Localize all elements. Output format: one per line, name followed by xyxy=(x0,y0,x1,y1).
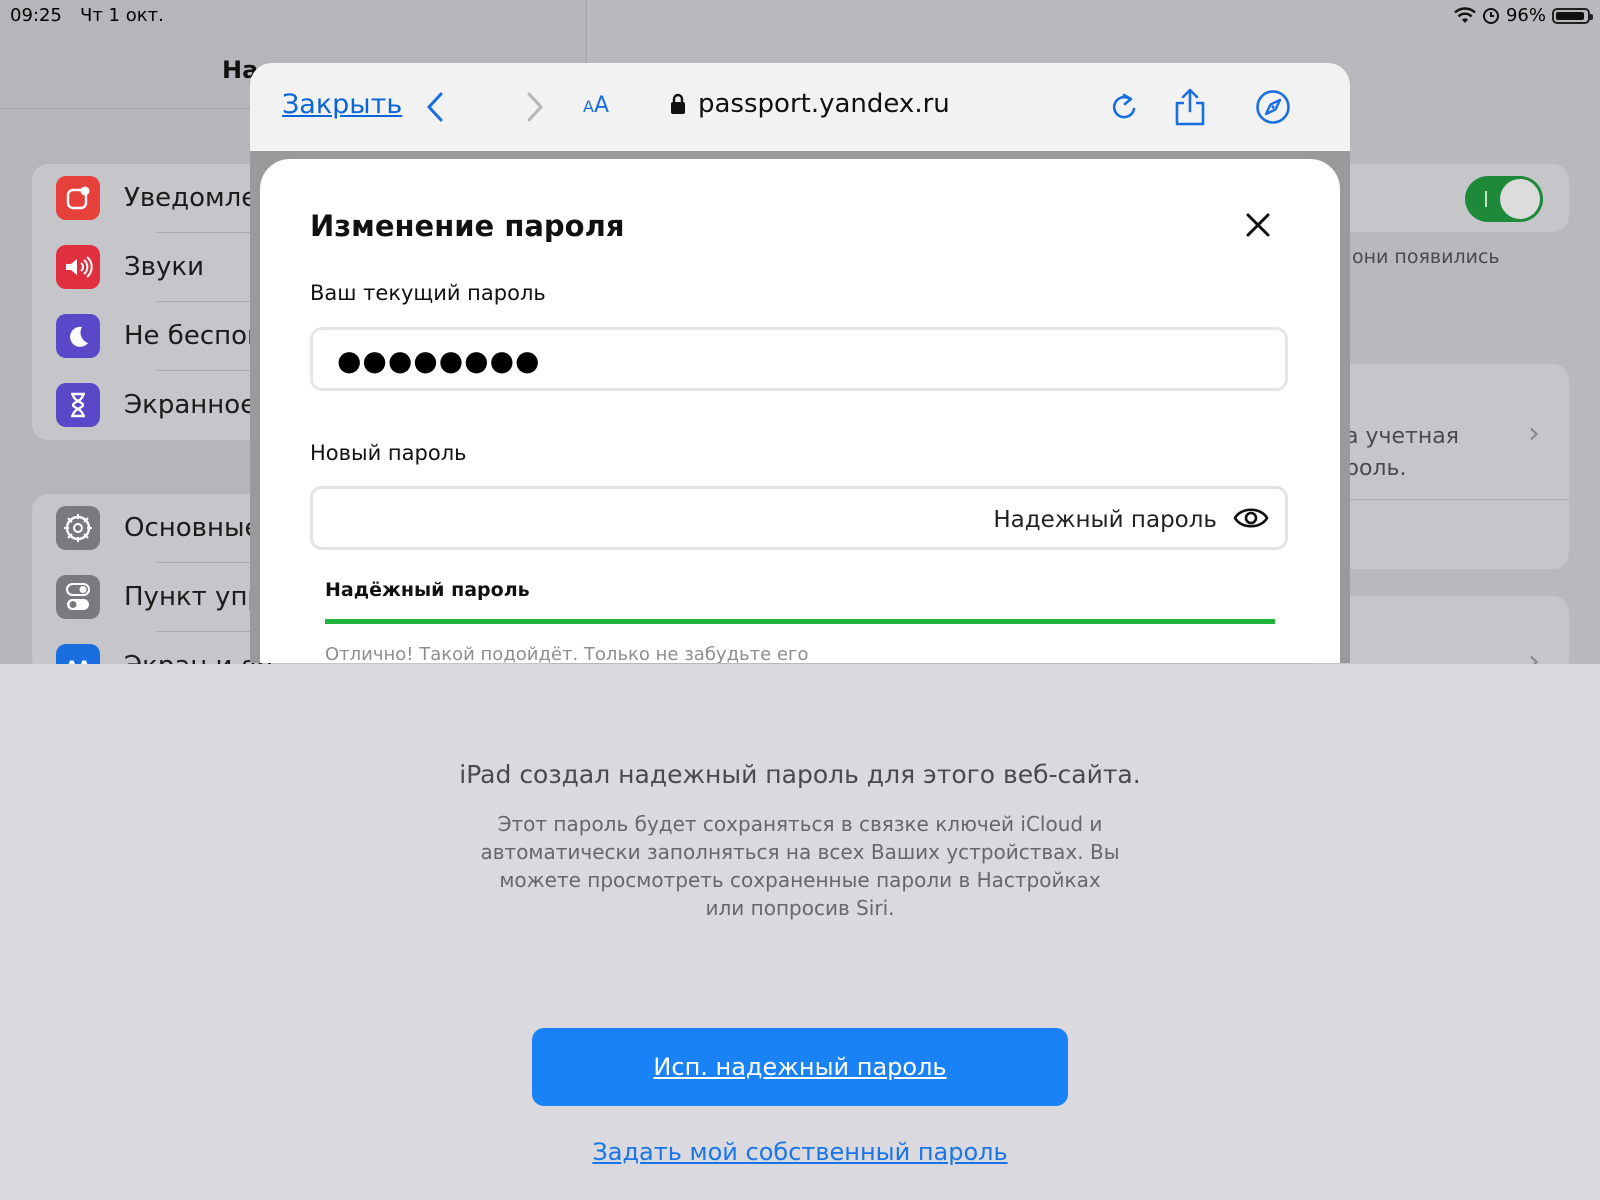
gear-icon xyxy=(56,506,100,550)
hourglass-icon xyxy=(56,383,100,427)
sidebar-item-label: Основные xyxy=(124,513,261,543)
aa-big: A xyxy=(593,93,610,118)
current-password-field[interactable]: ●●●●●●●● xyxy=(310,327,1288,391)
reader-text-size-button[interactable]: AA xyxy=(583,93,609,118)
sounds-icon xyxy=(56,245,100,289)
eye-icon[interactable] xyxy=(1233,503,1269,533)
lock-icon xyxy=(671,93,685,114)
reload-icon[interactable] xyxy=(1105,85,1145,129)
address-bar[interactable]: passport.yandex.ru xyxy=(670,89,950,119)
sidebar-item-label: Уведомле xyxy=(124,183,258,213)
detail-account-text: роль. xyxy=(1345,456,1407,481)
share-icon[interactable] xyxy=(1170,85,1210,129)
sidebar-item-sounds[interactable]: Звуки xyxy=(56,233,204,301)
chevron-right-icon: › xyxy=(1528,416,1540,451)
use-strong-password-button[interactable]: Исп. надежный пароль xyxy=(532,1028,1068,1106)
new-password-label: Новый пароль xyxy=(310,441,467,465)
close-button[interactable]: Закрыть xyxy=(282,89,402,120)
strength-hint: Отлично! Такой подойдёт. Только не забуд… xyxy=(325,644,809,663)
status-bar: 09:25 Чт 1 окт. 96% xyxy=(0,0,1600,34)
close-icon[interactable] xyxy=(1240,207,1276,243)
modal-title: Изменение пароля xyxy=(310,209,625,243)
battery-icon xyxy=(1552,7,1593,24)
detail-toggle[interactable] xyxy=(1465,176,1543,222)
status-time: 09:25 xyxy=(10,5,62,26)
compass-icon[interactable] xyxy=(1253,85,1293,129)
notifications-icon xyxy=(56,176,100,220)
detail-footnote: они появились xyxy=(1352,246,1500,268)
sidebar-item-notifications[interactable]: Уведомле xyxy=(56,164,257,232)
current-password-label: Ваш текущий пароль xyxy=(310,281,546,305)
back-icon[interactable] xyxy=(420,85,450,129)
change-password-modal: Изменение пароля Ваш текущий пароль ●●●●… xyxy=(260,159,1340,663)
url-text: passport.yandex.ru xyxy=(698,89,950,119)
sidebar-item-label: Не беспок xyxy=(124,321,263,351)
sidebar-item-dnd[interactable]: Не беспок xyxy=(56,302,263,370)
forward-icon[interactable] xyxy=(520,85,550,129)
status-right: 96% xyxy=(1454,5,1593,26)
moon-icon xyxy=(56,314,100,358)
status-date: Чт 1 окт. xyxy=(80,5,164,26)
strength-bar xyxy=(325,619,1275,624)
choose-own-password-link[interactable]: Задать мой собственный пароль xyxy=(0,1138,1600,1166)
aa-small: A xyxy=(583,97,594,116)
sidebar-item-general[interactable]: Основные xyxy=(56,494,261,562)
safari-toolbar: Закрыть AA passport.yandex.ru xyxy=(250,63,1350,151)
strength-title: Надёжный пароль xyxy=(325,579,530,601)
sidebar-item-label: Пункт упр xyxy=(124,582,264,612)
panel-description: Этот пароль будет сохраняться в связке к… xyxy=(480,812,1120,920)
detail-account-text: а учетная xyxy=(1345,424,1459,449)
sidebar-item-control-center[interactable]: Пункт упр xyxy=(56,563,264,631)
current-password-value: ●●●●●●●● xyxy=(337,344,541,377)
new-password-field[interactable]: Надежный пароль xyxy=(310,486,1288,550)
sidebar-item-label: Экранное xyxy=(124,390,257,420)
sidebar-item-label: Звуки xyxy=(124,252,204,282)
panel-title: iPad создал надежный пароль для этого ве… xyxy=(459,760,1141,789)
battery-percent: 96% xyxy=(1505,5,1546,26)
control-center-icon xyxy=(56,575,100,619)
location-lock-icon xyxy=(1482,7,1499,24)
strong-password-panel: iPad создал надежный пароль для этого ве… xyxy=(0,664,1600,1200)
detail-divider xyxy=(1315,499,1569,500)
sidebar-item-screen-time[interactable]: Экранное xyxy=(56,371,256,439)
wifi-icon xyxy=(1454,6,1476,23)
new-password-placeholder: Надежный пароль xyxy=(993,507,1217,533)
safari-sheet: Закрыть AA passport.yandex.ru Изменение … xyxy=(250,63,1350,663)
